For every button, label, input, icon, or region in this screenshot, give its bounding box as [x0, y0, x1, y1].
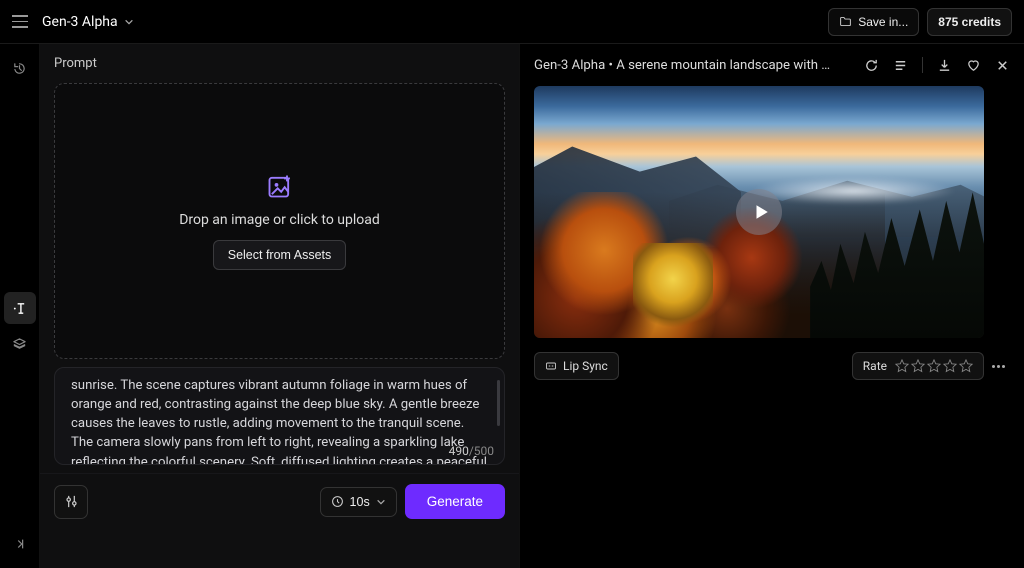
rating-stars[interactable] — [895, 359, 973, 373]
history-icon[interactable] — [4, 52, 36, 84]
prompt-panel: Prompt Drop an image or click to upload … — [40, 44, 520, 568]
scrollbar-thumb[interactable] — [497, 380, 500, 426]
menu-icon[interactable] — [12, 14, 28, 30]
model-name: Gen-3 Alpha — [42, 14, 118, 30]
star-icon[interactable] — [943, 359, 957, 373]
prompt-section-label: Prompt — [40, 44, 519, 77]
upload-image-icon — [266, 172, 294, 200]
output-title: Gen-3 Alpha • A serene mountain landscap… — [534, 58, 834, 73]
preview-panel: Gen-3 Alpha • A serene mountain landscap… — [520, 44, 1024, 568]
select-assets-button[interactable]: Select from Assets — [213, 240, 347, 270]
char-counter: 490/500 — [449, 444, 494, 458]
video-preview[interactable] — [534, 86, 984, 338]
chevron-down-icon — [376, 497, 386, 507]
star-icon[interactable] — [927, 359, 941, 373]
generate-button[interactable]: Generate — [405, 484, 505, 519]
credits-badge[interactable]: 875 credits — [927, 8, 1012, 36]
star-icon[interactable] — [911, 359, 925, 373]
close-icon[interactable] — [995, 58, 1010, 73]
download-icon[interactable] — [937, 58, 952, 73]
model-selector[interactable]: Gen-3 Alpha — [42, 14, 134, 30]
folder-icon — [839, 15, 852, 28]
play-button[interactable] — [736, 189, 782, 235]
dropzone-text: Drop an image or click to upload — [179, 212, 380, 228]
more-menu-icon[interactable] — [992, 365, 1010, 368]
refresh-icon[interactable] — [864, 58, 879, 73]
star-icon[interactable] — [895, 359, 909, 373]
star-icon[interactable] — [959, 359, 973, 373]
settings-button[interactable] — [54, 485, 88, 519]
heart-icon[interactable] — [966, 58, 981, 73]
clock-icon — [331, 495, 344, 508]
lip-sync-button[interactable]: Lip Sync — [534, 352, 619, 380]
text-tool-icon[interactable] — [4, 292, 36, 324]
prompt-text-content: sunrise. The scene captures vibrant autu… — [55, 368, 504, 465]
rate-label: Rate — [863, 359, 887, 373]
prompt-textarea[interactable]: sunrise. The scene captures vibrant autu… — [54, 367, 505, 465]
save-in-button[interactable]: Save in... — [828, 8, 919, 36]
image-dropzone[interactable]: Drop an image or click to upload Select … — [54, 83, 505, 359]
rate-chip[interactable]: Rate — [852, 352, 984, 380]
caption-icon — [545, 360, 557, 372]
duration-selector[interactable]: 10s — [320, 487, 397, 517]
collapse-icon[interactable] — [4, 528, 36, 560]
layers-icon[interactable] — [4, 328, 36, 360]
chevron-down-icon — [124, 17, 134, 27]
divider — [922, 57, 923, 73]
left-rail — [0, 44, 40, 568]
sliders-icon — [64, 494, 79, 509]
list-icon[interactable] — [893, 58, 908, 73]
